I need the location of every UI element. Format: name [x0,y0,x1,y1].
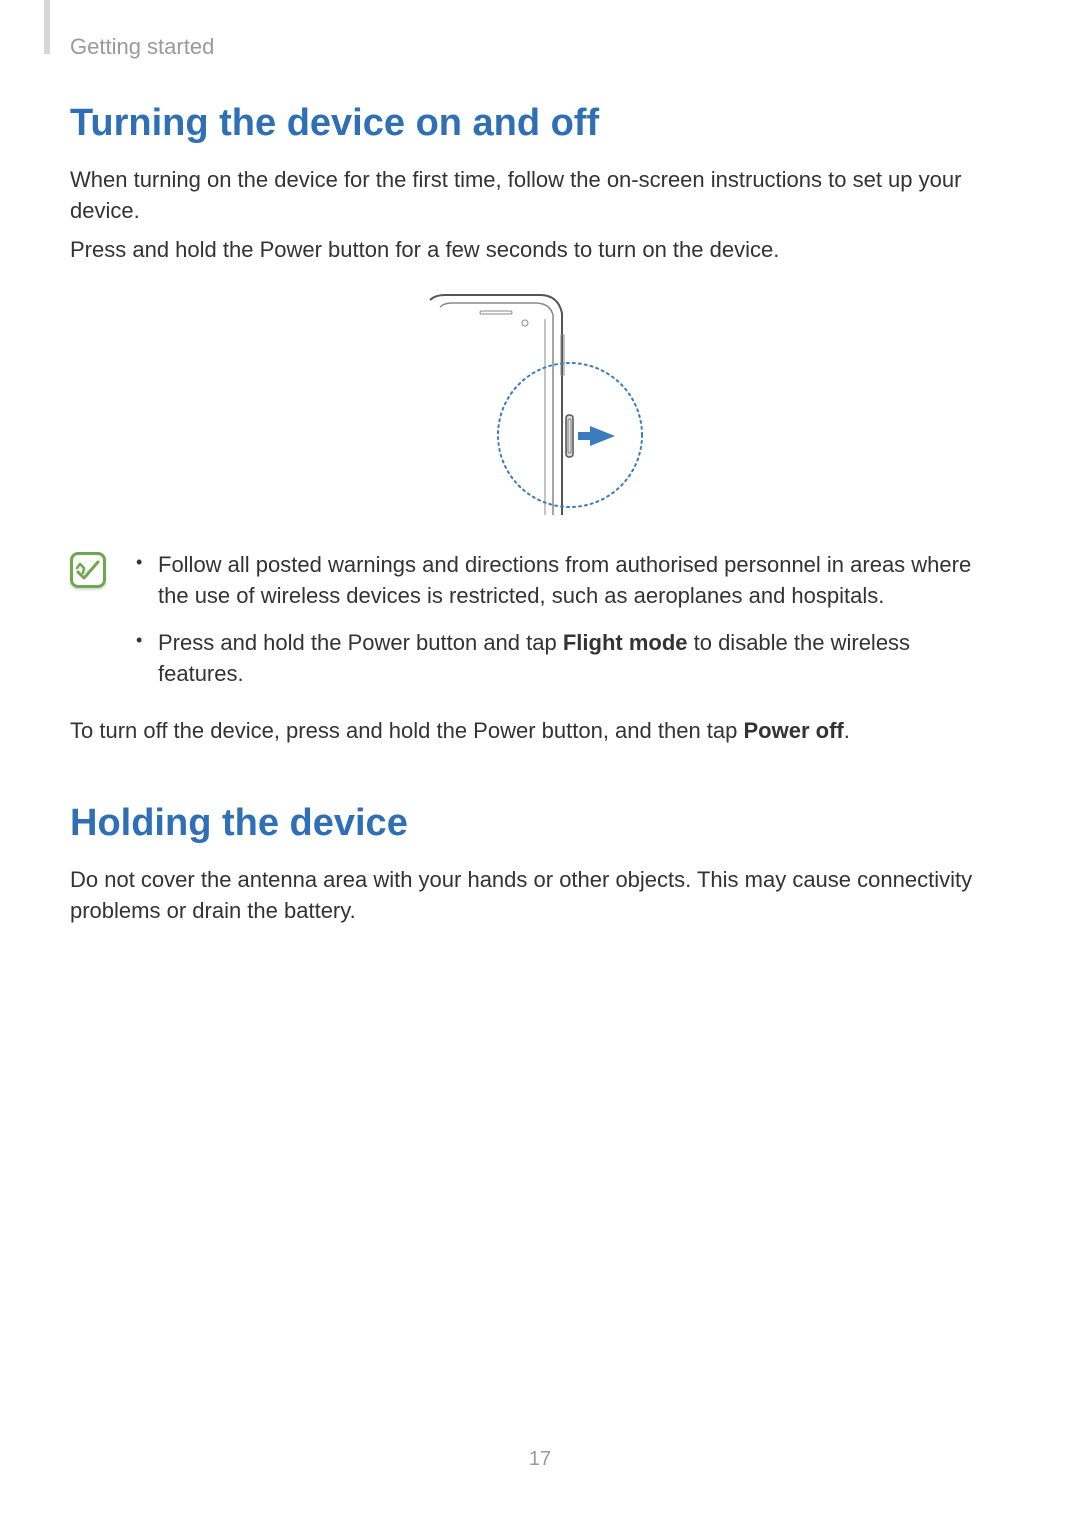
heading-holding-device: Holding the device [70,802,990,845]
p3-bold: Power off [744,718,844,743]
note-item-warnings: Follow all posted warnings and direction… [130,550,990,612]
heading-turning-on-off: Turning the device on and off [70,102,990,145]
main-content: Turning the device on and off When turni… [70,102,990,935]
paragraph-power-off: To turn off the device, press and hold t… [70,716,990,747]
section-holding-device: Holding the device Do not cover the ante… [70,802,990,927]
note-icon-cell [70,550,130,588]
paragraph-power-on: Press and hold the Power button for a fe… [70,235,990,266]
note-item-text: Follow all posted warnings and direction… [158,552,971,608]
note-block: Follow all posted warnings and direction… [70,550,990,705]
note-item2-bold: Flight mode [563,630,688,655]
header-tab [44,0,50,54]
p3-post: . [844,718,850,743]
paragraph-antenna: Do not cover the antenna area with your … [70,865,990,927]
page-number: 17 [0,1448,1080,1471]
figure-power-button [70,285,990,530]
section-label: Getting started [70,34,214,60]
note-icon [70,552,106,588]
p3-pre: To turn off the device, press and hold t… [70,718,744,743]
note-item2-pre: Press and hold the Power button and tap [158,630,563,655]
note-list: Follow all posted warnings and direction… [130,550,990,705]
device-power-illustration [390,285,670,525]
note-item-flight-mode: Press and hold the Power button and tap … [130,628,990,690]
paragraph-intro: When turning on the device for the first… [70,165,990,227]
